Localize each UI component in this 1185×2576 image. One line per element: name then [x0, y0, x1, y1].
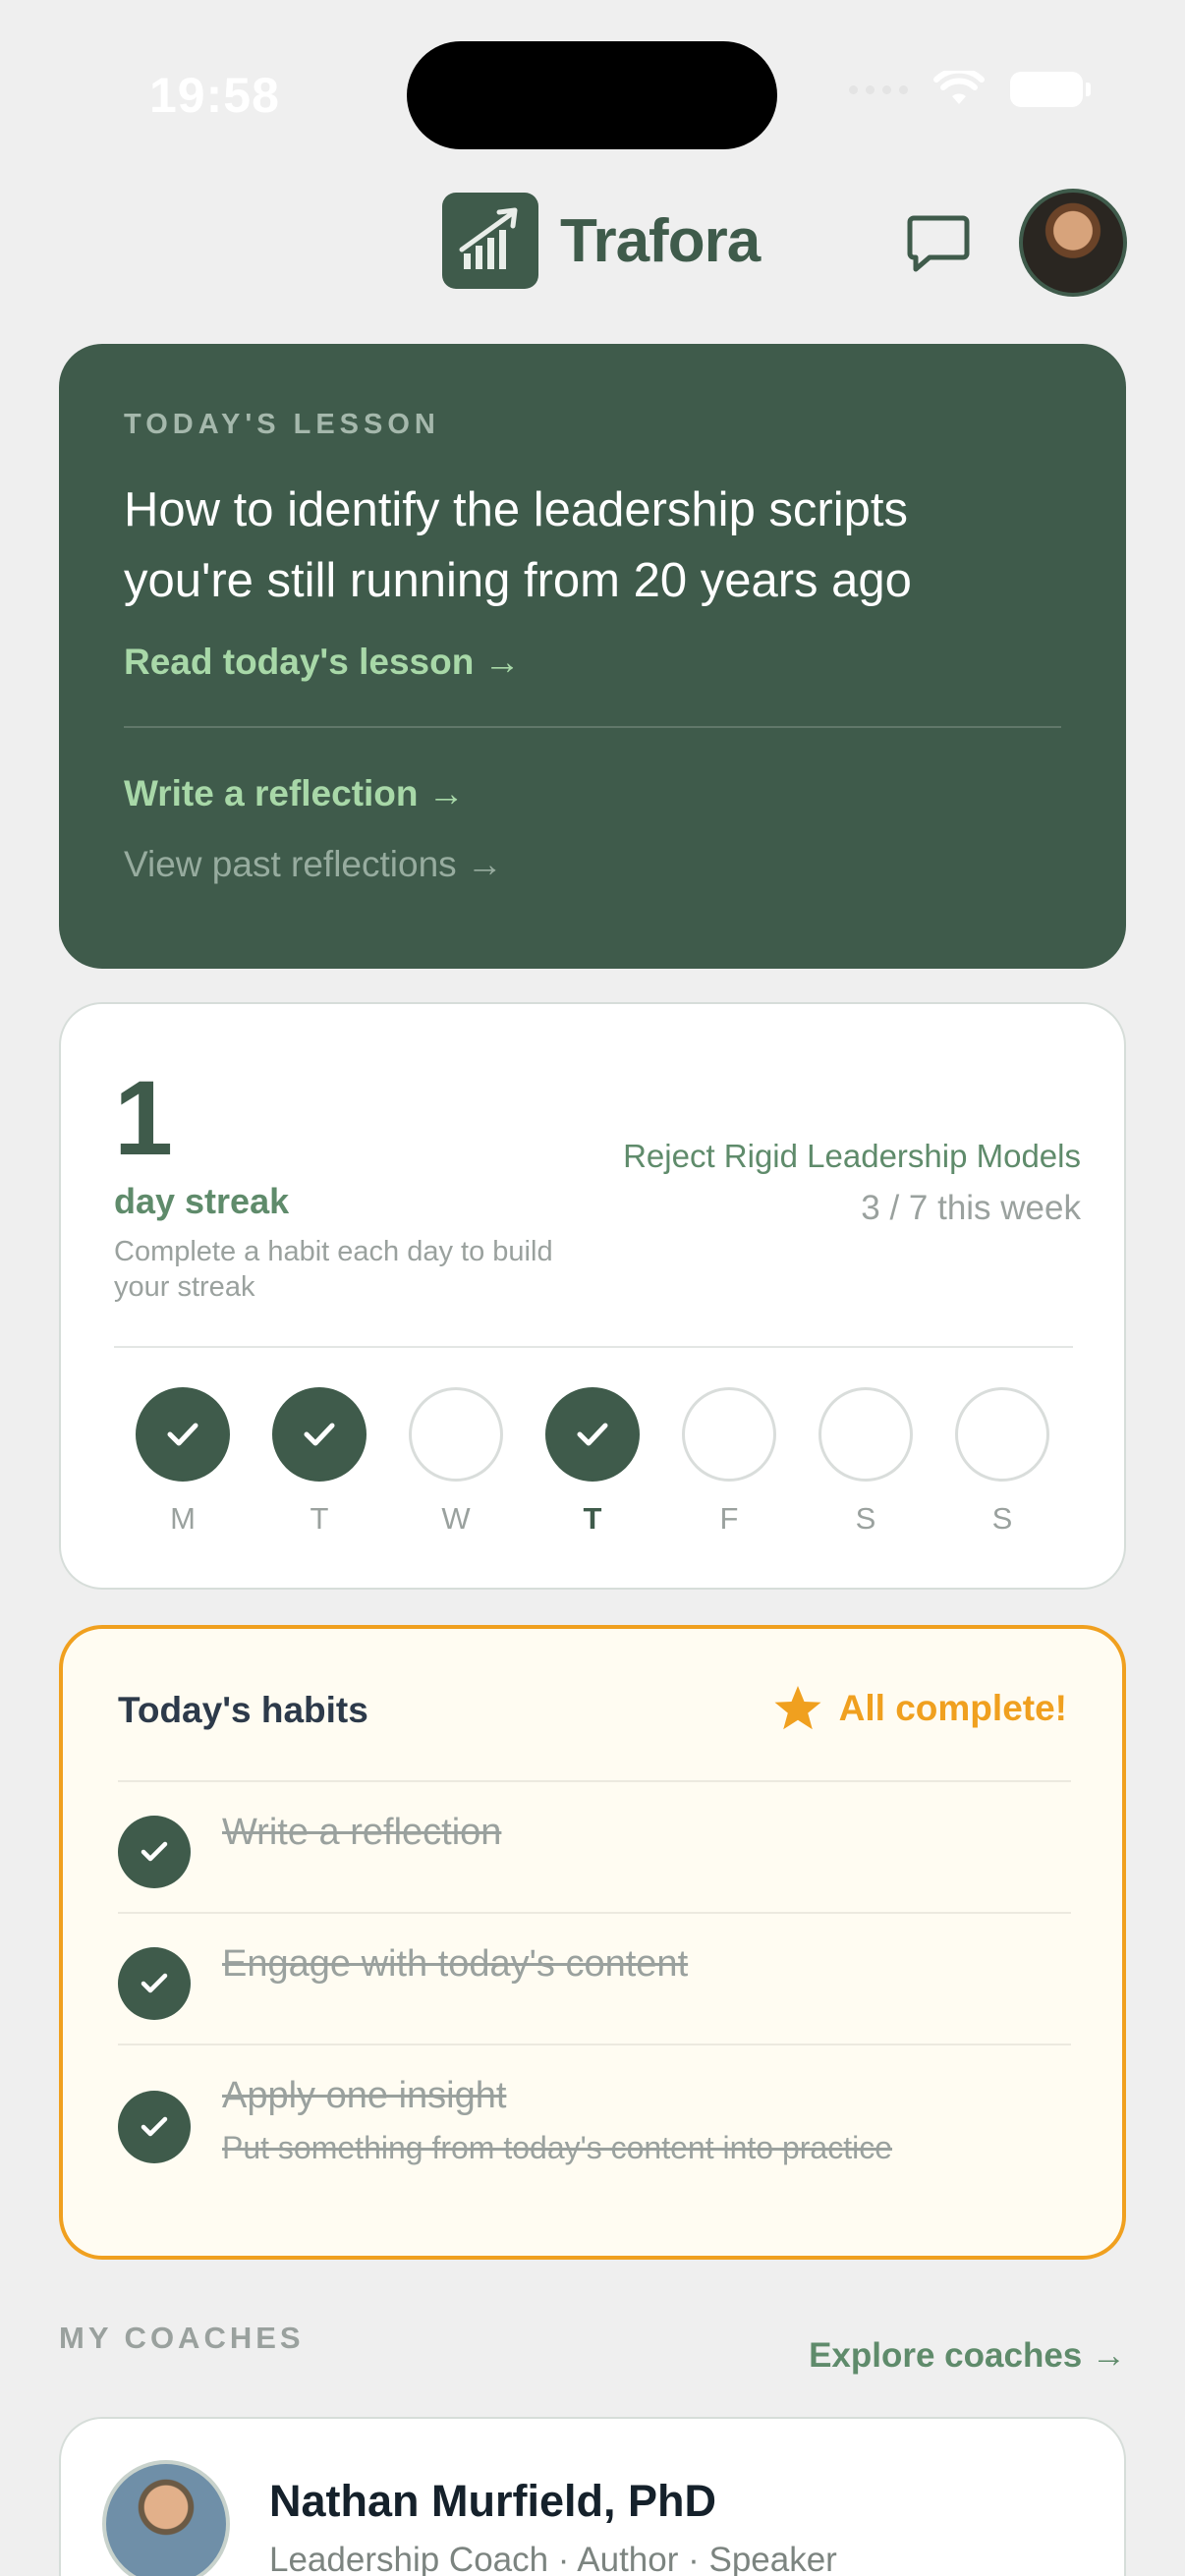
coach-role: Leadership Coach · Author · Speaker — [269, 2541, 837, 2576]
habit-item[interactable]: Write a reflection — [118, 1780, 1071, 1912]
battery-icon — [1010, 72, 1091, 107]
streak-divider — [114, 1346, 1073, 1348]
todays-lesson-card: TODAY'S LESSON How to identify the leade… — [59, 344, 1126, 969]
habit-list: Write a reflection Engage with today's c… — [118, 1780, 1071, 2211]
habits-complete-badge: All complete! — [772, 1684, 1067, 1733]
lesson-title: How to identify the leadership scripts y… — [124, 483, 912, 607]
lesson-divider — [124, 726, 1061, 728]
day-status-circle — [818, 1387, 913, 1482]
day-status-circle — [955, 1387, 1049, 1482]
check-icon — [141, 1973, 168, 1993]
status-time: 19:58 — [149, 68, 280, 123]
day-status-circle — [682, 1387, 776, 1482]
day-label: S — [991, 1501, 1013, 1536]
habit-item[interactable]: Engage with today's content — [118, 1912, 1071, 2044]
day-wednesday[interactable]: W — [409, 1387, 503, 1537]
habit-label: Engage with today's content — [222, 1943, 689, 1985]
status-icons — [849, 71, 1091, 108]
day-thursday[interactable]: T — [545, 1387, 640, 1537]
streak-hint: Complete a habit each day to build your … — [114, 1236, 553, 1303]
chat-bubble-icon — [907, 215, 970, 272]
week-progress: 3 / 7 this week — [861, 1189, 1081, 1227]
day-sunday[interactable]: S — [955, 1387, 1049, 1537]
day-status-circle — [545, 1387, 640, 1482]
check-icon — [141, 2116, 168, 2137]
day-status-circle — [136, 1387, 230, 1482]
write-reflection-link[interactable]: Write a reflection → — [124, 773, 1061, 814]
day-label: T — [310, 1501, 329, 1536]
habit-checkbox[interactable] — [118, 1947, 191, 2020]
focus-habit-name[interactable]: Reject Rigid Leadership Models — [623, 1138, 1081, 1175]
wifi-icon — [933, 71, 985, 104]
coach-avatar — [102, 2460, 230, 2576]
habit-label: Apply one insight — [222, 2075, 507, 2116]
coach-name: Nathan Murfield, PhD — [269, 2476, 717, 2526]
day-label-today: T — [583, 1501, 602, 1536]
day-status-circle — [409, 1387, 503, 1482]
habit-checkbox[interactable] — [118, 1816, 191, 1888]
day-label: M — [170, 1501, 196, 1536]
habit-checkbox[interactable] — [118, 2091, 191, 2163]
habits-title: Today's habits — [118, 1690, 368, 1730]
read-lesson-link[interactable]: Read today's lesson → — [124, 642, 1061, 683]
day-label: F — [719, 1501, 739, 1536]
check-icon — [141, 1841, 168, 1862]
dynamic-island — [407, 41, 777, 149]
streak-count: 1 — [114, 1058, 174, 1177]
profile-avatar[interactable] — [1019, 189, 1127, 297]
past-reflections-link[interactable]: View past reflections → — [124, 844, 1061, 885]
day-tuesday[interactable]: T — [272, 1387, 367, 1537]
app-name: Trafora — [560, 206, 761, 275]
explore-coaches-link[interactable]: Explore coaches → — [809, 2336, 1126, 2376]
trafora-logo-icon — [442, 193, 538, 289]
coach-card[interactable]: Nathan Murfield, PhD Leadership Coach · … — [59, 2417, 1126, 2576]
check-icon — [167, 1423, 198, 1446]
check-icon — [304, 1423, 335, 1446]
streak-card: 1 day streak Complete a habit each day t… — [59, 1002, 1126, 1590]
cellular-signal-icon — [849, 84, 908, 94]
habit-description: Put something from today's content into … — [222, 2130, 893, 2165]
app-header: Trafora — [0, 187, 1185, 324]
week-days: M T W T F S S — [136, 1387, 1069, 1554]
day-label: W — [441, 1501, 471, 1536]
day-status-circle — [272, 1387, 367, 1482]
day-label: S — [855, 1501, 876, 1536]
habit-item[interactable]: Apply one insight Put something from tod… — [118, 2044, 1071, 2211]
todays-habits-card: Today's habits All complete! Write a ref… — [59, 1625, 1126, 2260]
app-logo[interactable]: Trafora — [442, 193, 761, 289]
check-icon — [577, 1423, 608, 1446]
star-icon — [774, 1686, 821, 1730]
status-bar: 19:58 — [0, 0, 1185, 187]
habit-label: Write a reflection — [222, 1812, 502, 1853]
coaches-heading: MY COACHES — [59, 2321, 305, 2355]
streak-label: day streak — [114, 1181, 290, 1221]
day-monday[interactable]: M — [136, 1387, 230, 1537]
lesson-kicker: TODAY'S LESSON — [124, 409, 440, 440]
habits-status-text: All complete! — [838, 1688, 1067, 1728]
day-friday[interactable]: F — [682, 1387, 776, 1537]
messages-button[interactable] — [904, 212, 973, 277]
day-saturday[interactable]: S — [818, 1387, 913, 1537]
